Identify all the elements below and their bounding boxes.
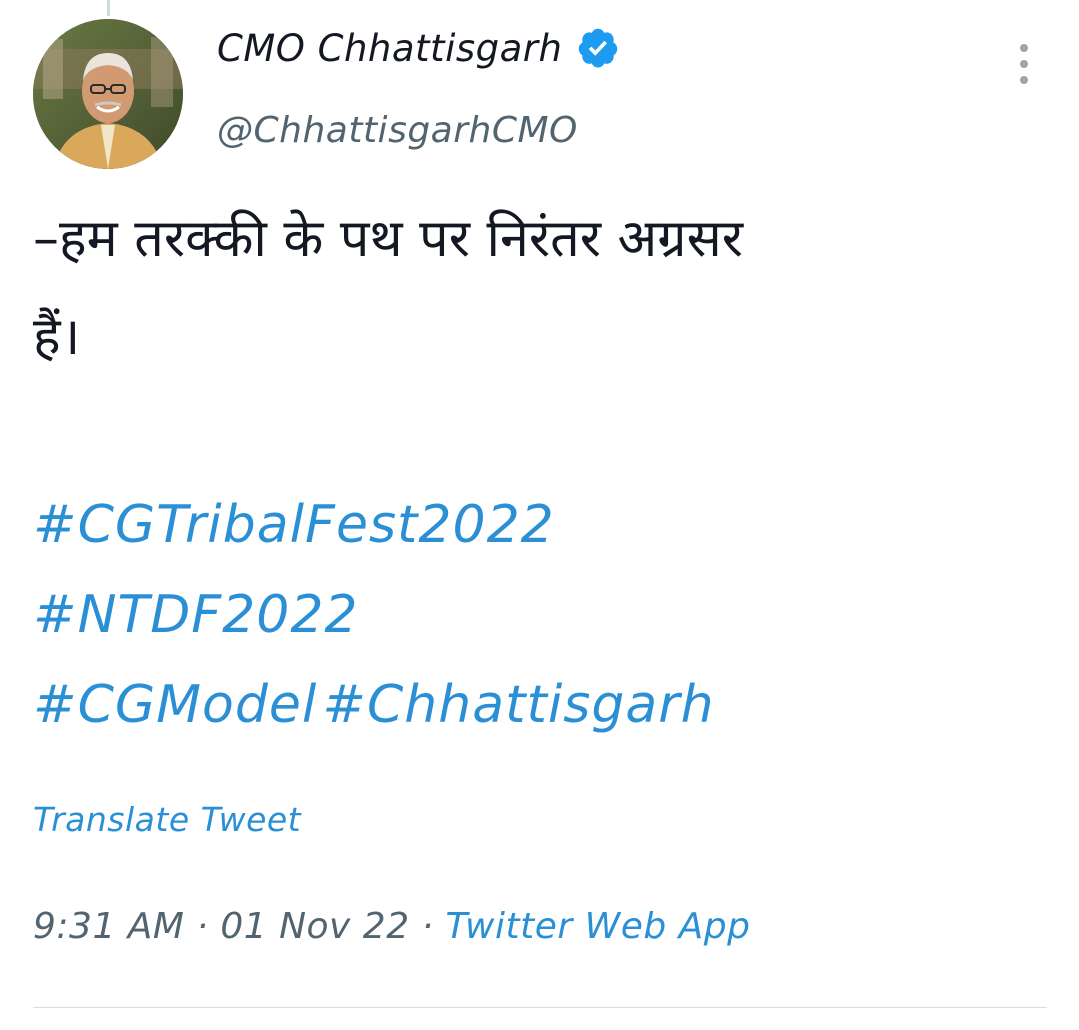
meta-separator: ·: [196, 906, 209, 947]
tweet-source-link[interactable]: Twitter Web App: [445, 906, 750, 947]
verified-badge-icon: [576, 26, 620, 70]
tweet-date[interactable]: 01 Nov 22: [220, 906, 409, 947]
author-display-name[interactable]: CMO Chhattisgarh: [217, 27, 562, 70]
hashtag-link[interactable]: #NTDF2022: [33, 585, 359, 645]
author-name-row[interactable]: CMO Chhattisgarh: [217, 22, 620, 74]
tweet-metadata: 9:31 AM · 01 Nov 22 · Twitter Web App: [33, 906, 750, 947]
hashtag-block: #CGTribalFest2022 #NTDF2022 #CGModel #Ch…: [33, 480, 1043, 750]
tweet-text-line: –हम तरक्की के पथ पर निरंतर अग्रसर: [33, 209, 744, 269]
translate-tweet-link[interactable]: Translate Tweet: [33, 800, 301, 839]
more-vertical-icon: [1020, 44, 1028, 52]
more-vertical-icon-dot: [1020, 76, 1028, 84]
tweet-time[interactable]: 9:31 AM: [33, 906, 184, 947]
meta-separator: ·: [421, 906, 434, 947]
thread-connector-line: [107, 0, 110, 16]
hashtag-link[interactable]: #Chhattisgarh: [322, 675, 714, 735]
avatar[interactable]: [33, 19, 183, 169]
hashtag-link[interactable]: #CGModel: [33, 675, 317, 735]
tweet-text: –हम तरक्की के पथ पर निरंतर अग्रसर हैं।: [33, 190, 1033, 386]
more-vertical-icon-dot: [1020, 60, 1028, 68]
more-options-button[interactable]: [1008, 42, 1040, 86]
tweet-text-line: हैं।: [33, 307, 81, 367]
hashtag-link[interactable]: #CGTribalFest2022: [33, 495, 555, 555]
author-handle[interactable]: @ChhattisgarhCMO: [217, 110, 578, 151]
divider: [33, 1007, 1047, 1008]
